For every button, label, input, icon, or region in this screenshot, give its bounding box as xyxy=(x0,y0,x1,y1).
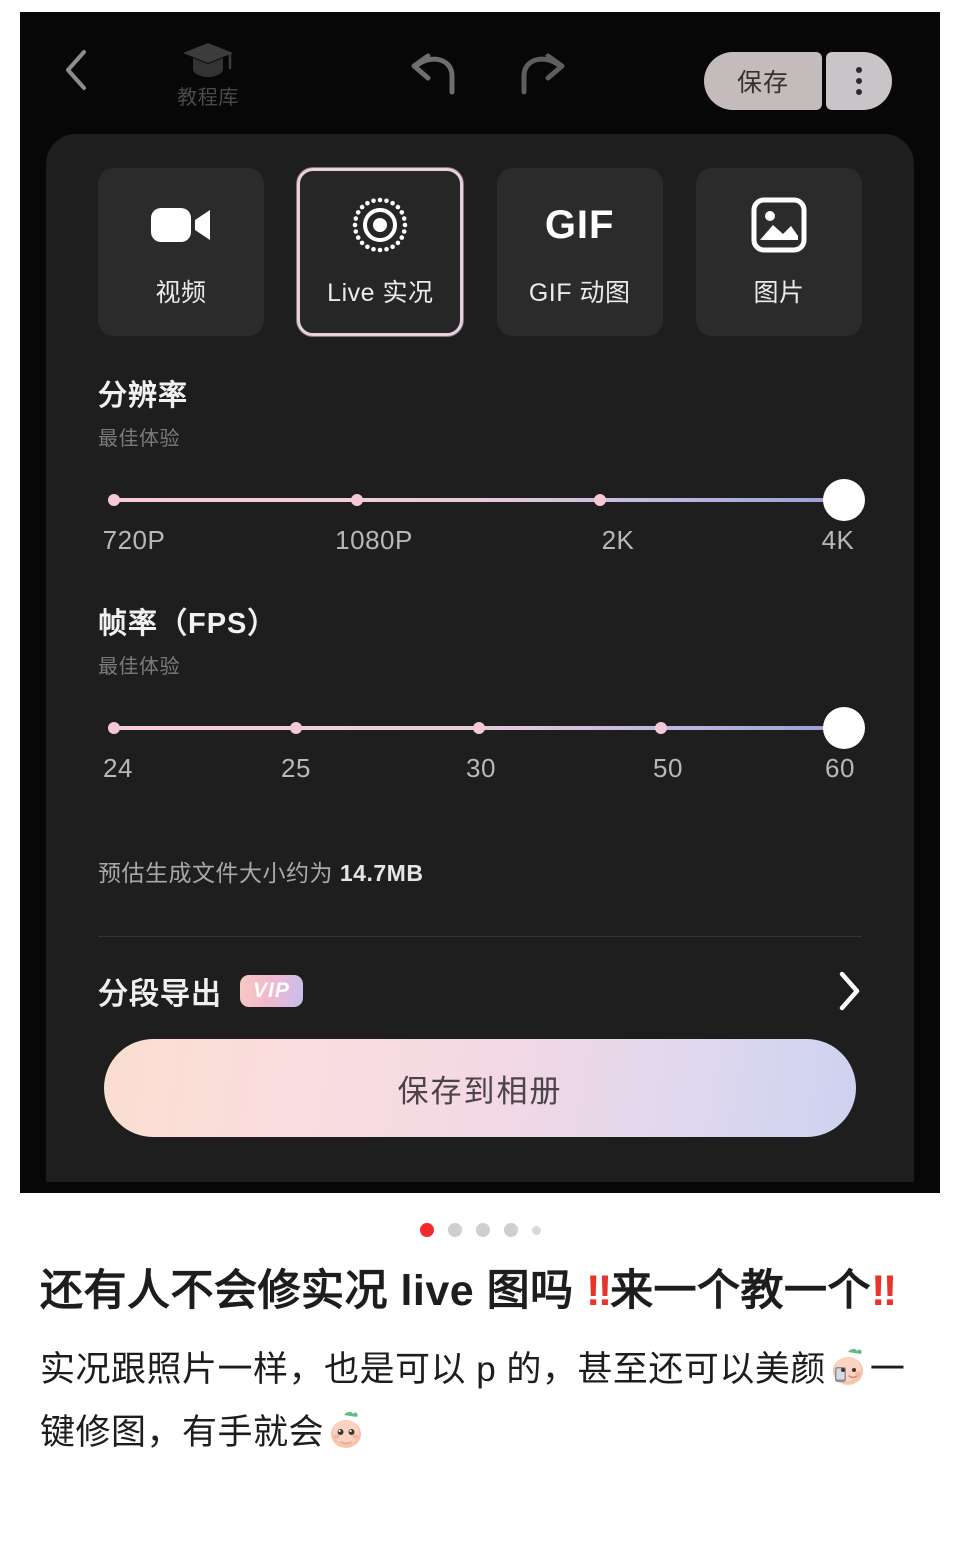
save-to-album-button[interactable]: 保存到相册 xyxy=(104,1039,856,1137)
pagination-dot-2[interactable] xyxy=(447,1223,462,1237)
chevron-right-icon[interactable] xyxy=(838,970,862,1012)
chevron-left-icon xyxy=(62,48,88,97)
framerate-slider-thumb[interactable] xyxy=(823,707,865,749)
image-picture-icon xyxy=(750,195,808,255)
undo-button[interactable] xyxy=(406,50,462,100)
format-option-image[interactable]: 图片 xyxy=(695,168,862,336)
pagination-dot-4[interactable] xyxy=(503,1223,518,1237)
format-option-video-label: 视频 xyxy=(155,279,207,307)
framerate-slider-track[interactable] xyxy=(114,726,826,730)
resolution-label-720p: 720P xyxy=(102,525,166,555)
format-option-image-label: 图片 xyxy=(753,279,805,307)
post-page: 教程库 保存 视频 Live 实况 GIF GIF 动图 图片 分辨率 最佳体验… xyxy=(0,0,960,1555)
format-option-live[interactable]: Live 实况 xyxy=(297,168,464,336)
post-body: 实况跟照片一样，也是可以 p 的，甚至还可以美颜 一键修图，有手就会 xyxy=(40,1343,920,1468)
framerate-label-25: 25 xyxy=(281,753,311,783)
resolution-title: 分辨率 xyxy=(98,380,189,412)
carousel-pagination[interactable] xyxy=(0,1216,960,1244)
double-exclamation-icon-2: ‼ xyxy=(871,1267,897,1315)
vip-badge: VIP xyxy=(240,974,303,1008)
resolution-tick-2k[interactable] xyxy=(594,494,606,506)
framerate-tick-25[interactable] xyxy=(290,722,302,734)
peach-face-emoji xyxy=(324,1408,368,1468)
toolbar-actions: 保存 xyxy=(704,52,892,110)
gif-text-icon: GIF xyxy=(545,195,615,255)
resolution-tick-1080p[interactable] xyxy=(351,494,363,506)
resolution-slider[interactable] xyxy=(98,479,865,521)
format-option-live-label: Live 实况 xyxy=(327,279,434,307)
save-to-album-label: 保存到相册 xyxy=(397,1073,563,1109)
more-vertical-icon xyxy=(856,67,862,95)
tutorial-library-button[interactable]: 教程库 xyxy=(160,38,256,109)
section-divider xyxy=(98,936,862,937)
framerate-scale: 24 25 30 50 60 xyxy=(98,753,862,785)
redo-arrow-icon xyxy=(514,53,570,104)
resolution-tick-720p[interactable] xyxy=(108,494,120,506)
video-camera-icon xyxy=(149,195,213,255)
format-option-gif[interactable]: GIF GIF 动图 xyxy=(496,168,663,336)
resolution-slider-track[interactable] xyxy=(114,498,826,502)
framerate-label-30: 30 xyxy=(466,753,496,783)
format-selector: 视频 Live 实况 GIF GIF 动图 图片 xyxy=(98,168,862,336)
resolution-label-2k: 2K xyxy=(601,525,635,555)
app-screenshot: 教程库 保存 视频 Live 实况 GIF GIF 动图 图片 分辨率 最佳体验… xyxy=(20,12,940,1193)
more-menu-button[interactable] xyxy=(826,52,892,110)
gif-glyph: GIF xyxy=(544,203,615,247)
resolution-label-4k: 4K xyxy=(821,525,855,555)
framerate-slider[interactable] xyxy=(98,707,865,749)
framerate-tick-24[interactable] xyxy=(108,722,120,734)
framerate-section: 帧率（FPS） 最佳体验 24 25 30 50 60 xyxy=(98,600,865,785)
resolution-scale: 720P 1080P 2K 4K xyxy=(98,525,862,557)
save-button[interactable]: 保存 xyxy=(704,52,822,110)
post-caption: 还有人不会修实况 live 图吗 ‼来一个教一个‼ 实况跟照片一样，也是可以 p… xyxy=(40,1262,920,1468)
format-option-gif-label: GIF 动图 xyxy=(528,279,631,307)
export-settings-panel: 视频 Live 实况 GIF GIF 动图 图片 分辨率 最佳体验 720P 1… xyxy=(46,134,914,1182)
post-title-text-2: 来一个教一个 xyxy=(610,1267,872,1315)
resolution-subtitle: 最佳体验 xyxy=(98,428,180,450)
segment-export-row[interactable]: 分段导出 VIP xyxy=(98,962,862,1020)
app-toolbar: 教程库 保存 xyxy=(20,12,940,130)
post-title-text-1: 还有人不会修实况 live 图吗 xyxy=(40,1267,587,1315)
pagination-dot-3[interactable] xyxy=(475,1223,490,1237)
back-button[interactable] xyxy=(55,49,95,92)
save-button-label: 保存 xyxy=(736,69,789,97)
live-photo-icon xyxy=(349,195,411,255)
framerate-tick-30[interactable] xyxy=(473,722,485,734)
framerate-label-50: 50 xyxy=(653,753,683,783)
pagination-dot-1[interactable] xyxy=(419,1223,434,1237)
graduation-cap-icon xyxy=(180,38,236,85)
segment-export-label: 分段导出 xyxy=(98,978,222,1011)
post-title: 还有人不会修实况 live 图吗 ‼来一个教一个‼ xyxy=(40,1262,920,1321)
framerate-title: 帧率（FPS） xyxy=(98,608,278,640)
double-exclamation-icon-1: ‼ xyxy=(586,1267,612,1315)
redo-button[interactable] xyxy=(514,50,570,100)
estimated-filesize-value: 14.7MB xyxy=(339,860,424,886)
peach-phone-emoji xyxy=(826,1345,870,1405)
framerate-label-24: 24 xyxy=(103,753,133,783)
resolution-slider-thumb[interactable] xyxy=(823,479,865,521)
post-body-text-1: 实况跟照片一样，也是可以 p 的，甚至还可以美颜 xyxy=(40,1350,826,1390)
framerate-tick-50[interactable] xyxy=(655,722,667,734)
pagination-dot-5[interactable] xyxy=(531,1225,541,1235)
estimated-filesize: 预估生成文件大小约为 14.7MB xyxy=(98,854,423,888)
resolution-label-1080p: 1080P xyxy=(335,525,413,555)
format-option-video[interactable]: 视频 xyxy=(98,168,264,336)
framerate-label-60: 60 xyxy=(825,753,855,783)
estimated-filesize-prefix: 预估生成文件大小约为 xyxy=(98,860,333,886)
framerate-subtitle: 最佳体验 xyxy=(98,656,180,678)
resolution-section: 分辨率 最佳体验 720P 1080P 2K 4K xyxy=(98,372,865,557)
tutorial-library-label: 教程库 xyxy=(177,87,239,109)
undo-arrow-icon xyxy=(406,53,462,104)
